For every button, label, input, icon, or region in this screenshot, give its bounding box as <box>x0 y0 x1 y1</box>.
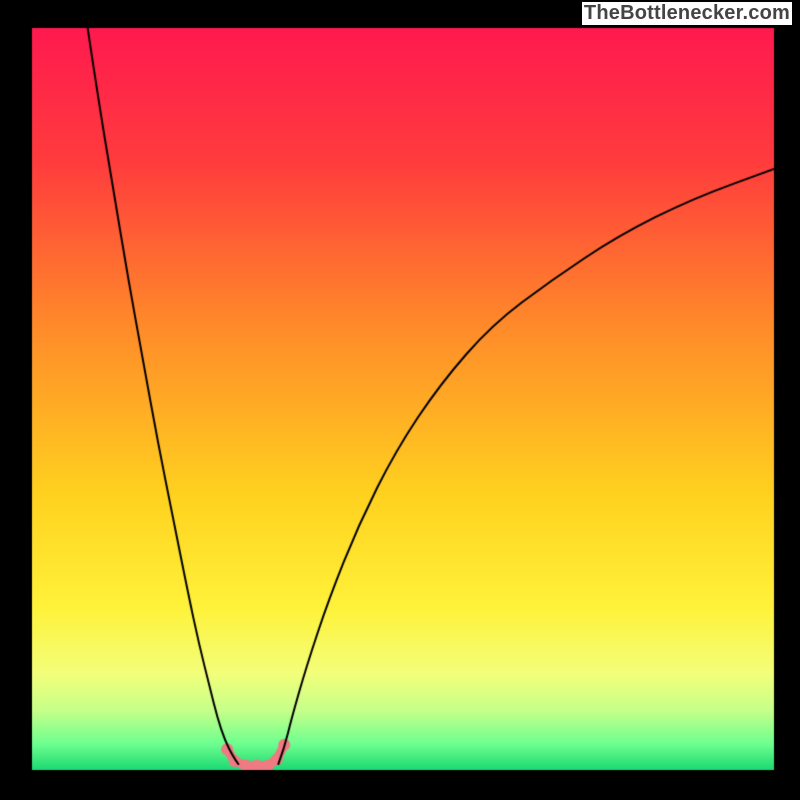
chart-outer-frame: TheBottlenecker.com <box>0 0 800 800</box>
bottleneck-chart-canvas <box>0 0 800 800</box>
attribution-watermark: TheBottlenecker.com <box>582 2 792 25</box>
